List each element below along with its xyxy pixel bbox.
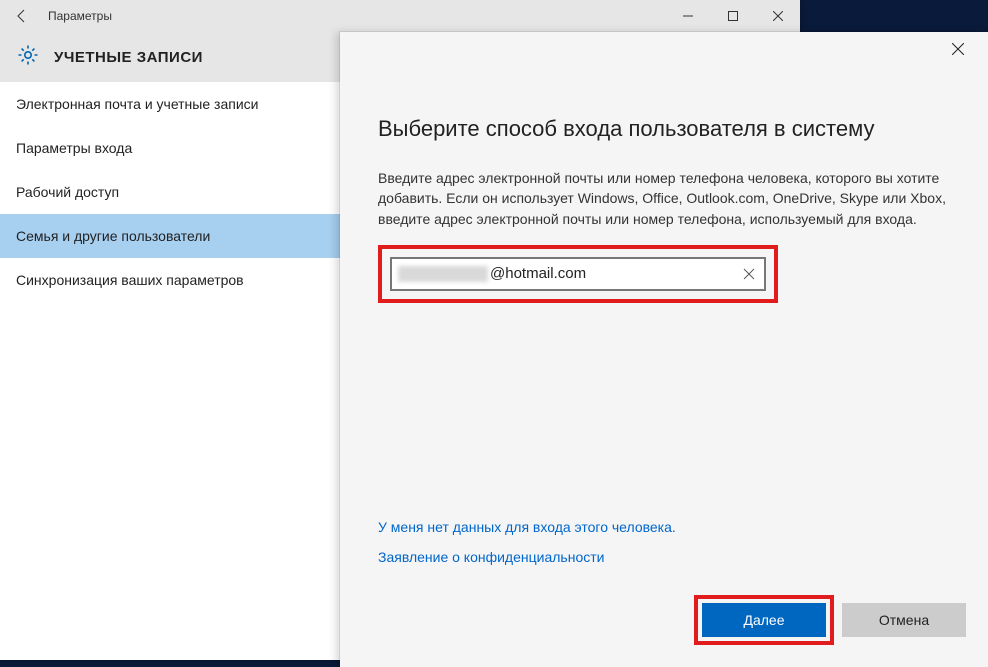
nav-item-4[interactable]: Синхронизация ваших параметров (0, 258, 340, 302)
settings-titlebar: Параметры (0, 0, 800, 32)
redacted-username (398, 266, 488, 282)
cancel-button[interactable]: Отмена (842, 603, 966, 637)
maximize-button[interactable] (710, 0, 755, 32)
link-no-signin-info[interactable]: У меня нет данных для входа этого челове… (378, 519, 676, 535)
nav-item-2[interactable]: Рабочий доступ (0, 170, 340, 214)
dialog-content: Выберите способ входа пользователя в сис… (340, 66, 988, 303)
dialog-links: У меня нет данных для входа этого челове… (378, 519, 676, 579)
settings-nav: Электронная почта и учетные записиПараме… (0, 82, 340, 660)
close-button[interactable] (755, 0, 800, 32)
clear-input-icon[interactable] (740, 265, 758, 283)
email-input[interactable] (490, 265, 740, 282)
email-input-wrap[interactable] (390, 257, 766, 291)
minimize-button[interactable] (665, 0, 710, 32)
gear-icon (16, 43, 40, 72)
back-button[interactable] (0, 0, 44, 32)
link-privacy-statement[interactable]: Заявление о конфиденциальности (378, 549, 676, 565)
input-highlight-annotation (378, 245, 778, 303)
dialog-close-row (340, 32, 988, 66)
dialog-description: Введите адрес электронной почты или номе… (378, 168, 950, 229)
nav-item-1[interactable]: Параметры входа (0, 126, 340, 170)
add-user-dialog: Выберите способ входа пользователя в сис… (340, 32, 988, 667)
next-button-highlight-annotation: Далее (694, 595, 834, 645)
nav-item-0[interactable]: Электронная почта и учетные записи (0, 82, 340, 126)
dialog-title: Выберите способ входа пользователя в сис… (378, 116, 950, 142)
next-button[interactable]: Далее (702, 603, 826, 637)
close-icon[interactable] (942, 33, 974, 65)
dialog-buttons: Далее Отмена (694, 595, 966, 645)
nav-item-3[interactable]: Семья и другие пользователи (0, 214, 340, 258)
window-controls (665, 0, 800, 32)
settings-header-title: УЧЕТНЫЕ ЗАПИСИ (54, 49, 203, 66)
